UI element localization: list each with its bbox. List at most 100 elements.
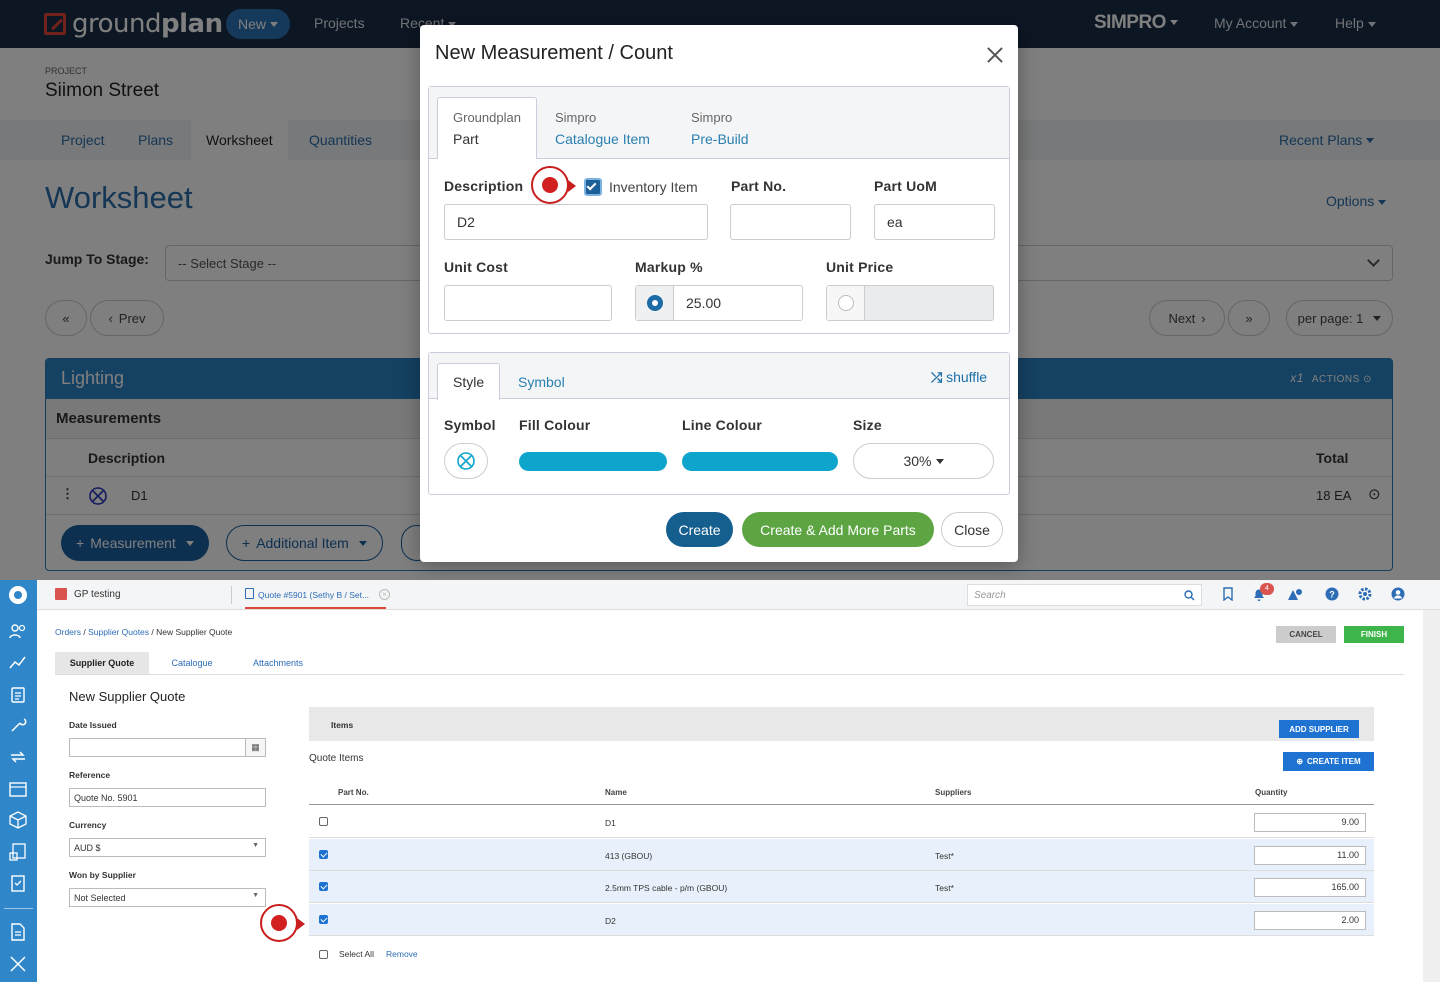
remove-link[interactable]: Remove	[386, 949, 418, 959]
row-quantity-input[interactable]: 165.00	[1254, 878, 1366, 897]
search-icon[interactable]	[1184, 590, 1195, 601]
create-item-label: CREATE ITEM	[1307, 757, 1361, 766]
tab-quote[interactable]: Quote #5901 (Sethy B / Set...	[258, 590, 369, 600]
shapes-icon[interactable]	[1287, 587, 1303, 601]
won-by-value: Not Selected	[74, 893, 126, 903]
items-header-bar: Items	[309, 707, 1374, 741]
tools-icon[interactable]	[8, 954, 28, 974]
breadcrumb-supplier-quotes[interactable]: Supplier Quotes	[88, 627, 149, 637]
line-colour-label: Line Colour	[682, 417, 762, 433]
invoice-icon[interactable]	[8, 842, 28, 862]
tab-attachments[interactable]: Attachments	[245, 652, 311, 674]
row-quantity-input[interactable]: 9.00	[1254, 813, 1366, 832]
part-uom-label: Part UoM	[874, 178, 938, 194]
row-quantity-input[interactable]: 2.00	[1254, 911, 1366, 930]
description-label: Description	[444, 178, 524, 194]
select-all-label[interactable]: Select All	[339, 949, 374, 959]
part-uom-input[interactable]: ea	[874, 204, 995, 240]
create-add-more-button[interactable]: Create & Add More Parts	[742, 512, 934, 547]
company-name[interactable]: GP testing	[74, 589, 121, 600]
tab-simpro-prebuild[interactable]: Simpro Pre-Build	[676, 97, 764, 147]
sidebar-divider	[4, 908, 33, 909]
tab-supplier-quote[interactable]: Supplier Quote	[55, 652, 149, 674]
select-all-checkbox[interactable]	[319, 950, 328, 959]
chevron-down-icon: ▼	[252, 892, 259, 899]
create-button[interactable]: Create	[666, 512, 733, 547]
user-icon[interactable]	[1391, 587, 1405, 601]
table-row[interactable]: D2 2.00	[309, 904, 1374, 936]
tab-label: Part	[453, 131, 479, 147]
checklist-icon[interactable]	[8, 873, 28, 893]
inventory-item-checkbox[interactable]	[584, 178, 602, 196]
reference-input[interactable]: Quote No. 5901	[69, 788, 266, 807]
search-input[interactable]: Search	[967, 584, 1202, 606]
box-icon[interactable]	[8, 810, 28, 830]
document-icon[interactable]	[8, 922, 28, 942]
col-part-no: Part No.	[338, 788, 369, 797]
tab-symbol[interactable]: Symbol	[503, 363, 580, 390]
bookmark-icon[interactable]	[1222, 587, 1234, 601]
chevron-down-icon: ▼	[252, 842, 259, 849]
plus-circle-icon: ⊕	[1296, 757, 1304, 766]
tab-catalogue[interactable]: Catalogue	[161, 652, 223, 674]
fill-colour-swatch[interactable]	[519, 452, 667, 471]
size-dropdown[interactable]: 30%	[853, 443, 994, 479]
table-row[interactable]: 413 (GBOU) Test* 11.00	[309, 839, 1374, 871]
finish-button[interactable]: FINISH	[1344, 626, 1404, 643]
callout-marker	[531, 166, 576, 204]
shuffle-button[interactable]: ⤮ shuffle	[931, 369, 987, 386]
clipboard-icon[interactable]	[8, 684, 28, 704]
row-quantity-input[interactable]: 11.00	[1254, 846, 1366, 865]
size-label: Size	[853, 417, 882, 433]
symbol-picker[interactable]	[444, 443, 488, 479]
left-sidebar	[0, 580, 37, 982]
tab-simpro-catalogue[interactable]: Simpro Catalogue Item	[540, 97, 665, 147]
cancel-button[interactable]: CANCEL	[1276, 626, 1336, 643]
unit-price-radio[interactable]	[838, 295, 854, 311]
wrench-icon[interactable]	[8, 715, 28, 735]
refresh-icon[interactable]	[8, 747, 28, 767]
calendar-icon[interactable]	[8, 779, 28, 799]
tab-groundplan-part[interactable]: Groundplan Part	[437, 97, 537, 159]
groundplan-app: groundplan New Projects Recent SIMPRO My…	[0, 0, 1440, 580]
row-checkbox[interactable]	[319, 850, 328, 859]
col-name: Name	[605, 788, 627, 797]
date-issued-input[interactable]	[69, 738, 266, 757]
gear-icon[interactable]	[1358, 587, 1372, 601]
table-row[interactable]: 2.5mm TPS cable - p/m (GBOU) Test* 165.0…	[309, 871, 1374, 903]
check-icon	[586, 180, 597, 191]
tab-style[interactable]: Style	[437, 363, 501, 400]
row-checkbox[interactable]	[319, 882, 328, 891]
calendar-icon[interactable]: ▦	[245, 739, 265, 756]
row-checkbox[interactable]	[319, 817, 328, 826]
markup-radio[interactable]	[647, 295, 663, 311]
unit-cost-input[interactable]	[444, 285, 612, 321]
close-button[interactable]: Close	[941, 512, 1003, 547]
create-item-button[interactable]: ⊕ CREATE ITEM	[1283, 752, 1374, 771]
row-checkbox[interactable]	[319, 915, 328, 924]
add-supplier-button[interactable]: ADD SUPPLIER	[1279, 720, 1359, 738]
simpro-app: GP testing Quote #5901 (Sethy B / Set...…	[0, 580, 1440, 982]
home-gear-icon[interactable]	[8, 585, 28, 605]
simpro-topbar: GP testing Quote #5901 (Sethy B / Set...…	[37, 580, 1440, 610]
table-row[interactable]: D1 9.00	[309, 806, 1374, 838]
date-issued-label: Date Issued	[69, 720, 117, 730]
description-input[interactable]: D2	[444, 204, 708, 240]
part-no-input[interactable]	[730, 204, 851, 240]
line-colour-swatch[interactable]	[682, 452, 838, 471]
row-suppliers[interactable]: Test*	[935, 883, 954, 893]
quote-doc-icon	[245, 588, 254, 599]
breadcrumb-orders[interactable]: Orders	[55, 627, 81, 637]
currency-select[interactable]: AUD $ ▼	[69, 838, 266, 857]
chart-icon[interactable]	[8, 652, 28, 672]
close-tab-icon[interactable]: ×	[379, 589, 390, 600]
row-name: D2	[605, 916, 616, 926]
close-icon[interactable]	[985, 45, 1005, 65]
items-header-label: Items	[331, 720, 354, 730]
unit-price-input-group	[826, 285, 994, 321]
help-icon[interactable]: ?	[1325, 587, 1339, 601]
people-icon[interactable]	[8, 621, 28, 641]
row-suppliers[interactable]: Test*	[935, 851, 954, 861]
markup-input[interactable]: 25.00	[686, 295, 721, 311]
won-by-supplier-select[interactable]: Not Selected ▼	[69, 888, 266, 907]
